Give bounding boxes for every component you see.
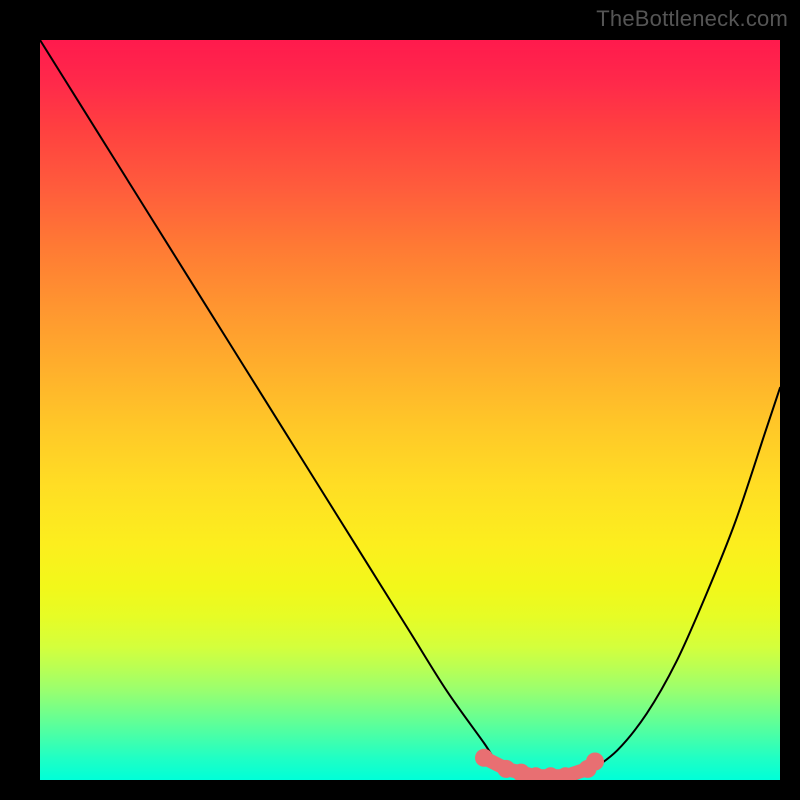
floor-markers: [475, 749, 604, 780]
watermark-text: TheBottleneck.com: [596, 6, 788, 32]
bottleneck-curve: [40, 40, 780, 780]
floor-marker: [475, 749, 493, 767]
floor-marker: [586, 753, 604, 771]
chart-svg: [40, 40, 780, 780]
plot-area: [40, 40, 780, 780]
chart-frame: TheBottleneck.com: [0, 0, 800, 800]
